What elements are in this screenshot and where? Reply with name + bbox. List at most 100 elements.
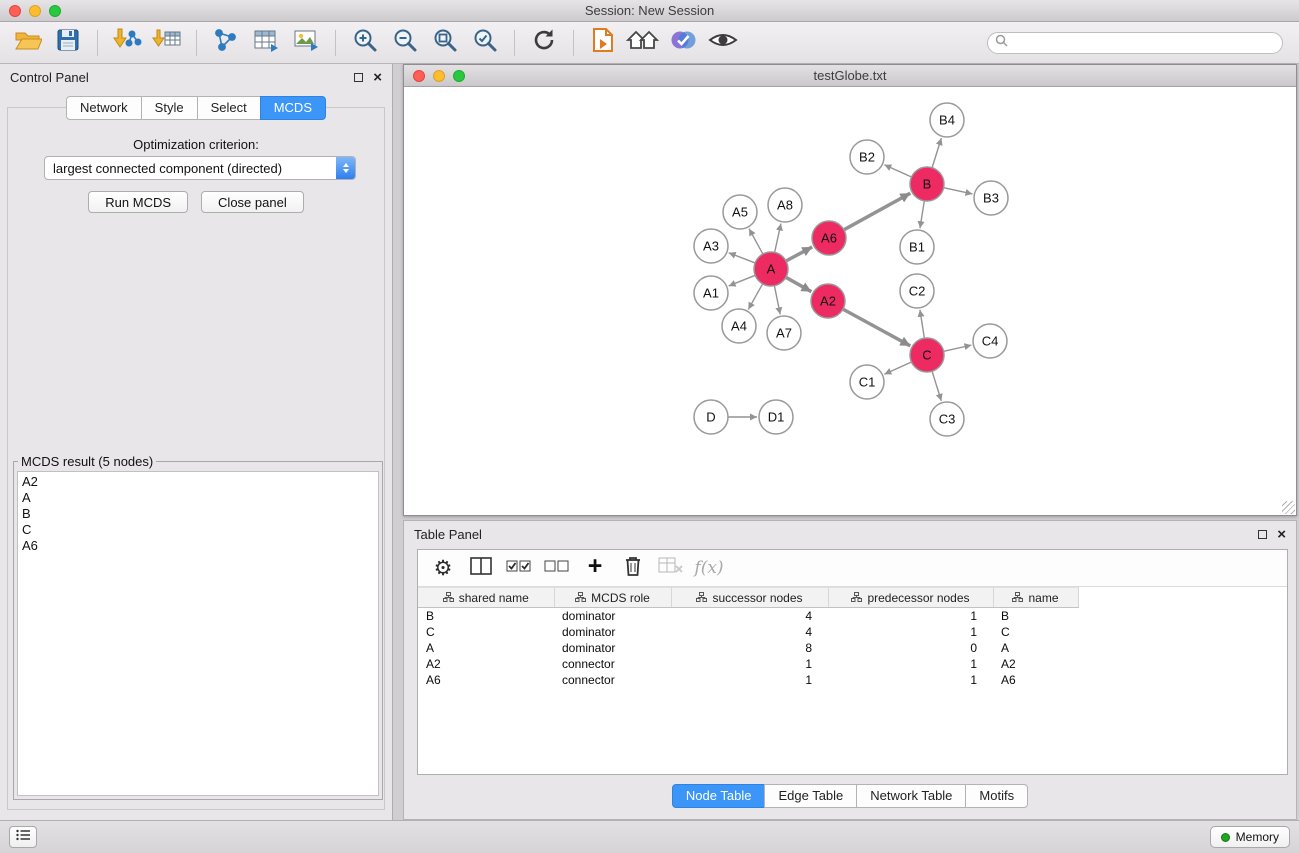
delete-table-button[interactable]: [656, 553, 686, 583]
memory-button[interactable]: Memory: [1210, 826, 1290, 848]
edge-B-B4[interactable]: [932, 138, 941, 168]
show-hide-button[interactable]: [705, 26, 741, 60]
edge-C-C4[interactable]: [944, 345, 972, 351]
export-image-button[interactable]: [288, 26, 324, 60]
import-network-button[interactable]: [109, 26, 145, 60]
table-row[interactable]: Adominator80A: [418, 640, 1078, 656]
node-B2[interactable]: B2: [850, 140, 884, 174]
show-columns-button[interactable]: [466, 553, 496, 583]
float-panel-icon[interactable]: [354, 73, 363, 82]
node-B1[interactable]: B1: [900, 230, 934, 264]
new-network-button[interactable]: [208, 26, 244, 60]
column-header-name[interactable]: name: [993, 588, 1078, 608]
node-D1[interactable]: D1: [759, 400, 793, 434]
column-header-shared-name[interactable]: shared name: [418, 588, 554, 608]
select-all-rows-button[interactable]: [504, 553, 534, 583]
network-graph[interactable]: B4B2BB3A5A8A6B1A3AC2A1A2A4A7C4CC1C3DD1: [404, 87, 1294, 515]
node-A4[interactable]: A4: [722, 309, 756, 343]
edge-A-A2[interactable]: [786, 277, 812, 291]
edge-A-A8[interactable]: [775, 224, 781, 253]
node-A5[interactable]: A5: [723, 195, 757, 229]
add-column-button[interactable]: +: [580, 553, 610, 583]
mcds-result-list[interactable]: A2ABCA6: [17, 471, 379, 796]
close-network-button[interactable]: [413, 70, 425, 82]
result-item[interactable]: C: [22, 522, 374, 538]
node-A3[interactable]: A3: [694, 229, 728, 263]
result-item[interactable]: B: [22, 506, 374, 522]
delete-column-button[interactable]: [618, 553, 648, 583]
run-document-button[interactable]: [585, 26, 621, 60]
global-search[interactable]: [987, 32, 1283, 54]
node-table-container[interactable]: shared nameMCDS rolesuccessor nodesprede…: [418, 587, 1287, 774]
tab-network-table[interactable]: Network Table: [856, 784, 966, 808]
node-A8[interactable]: A8: [768, 188, 802, 222]
tab-edge-table[interactable]: Edge Table: [764, 784, 857, 808]
close-table-panel-icon[interactable]: ×: [1277, 527, 1286, 542]
zoom-in-button[interactable]: [347, 26, 383, 60]
node-C2[interactable]: C2: [900, 274, 934, 308]
edge-A-A1[interactable]: [729, 275, 756, 286]
close-panel-button[interactable]: Close panel: [201, 191, 304, 213]
node-C4[interactable]: C4: [973, 324, 1007, 358]
tab-select[interactable]: Select: [197, 96, 261, 120]
result-item[interactable]: A6: [22, 538, 374, 554]
edge-A2-C[interactable]: [843, 309, 910, 346]
open-session-button[interactable]: [10, 26, 46, 60]
node-C[interactable]: C: [910, 338, 944, 372]
table-row[interactable]: A2connector11A2: [418, 656, 1078, 672]
edge-A-A3[interactable]: [729, 253, 755, 263]
float-table-panel-icon[interactable]: [1258, 530, 1267, 539]
node-B3[interactable]: B3: [974, 181, 1008, 215]
edge-B-B1[interactable]: [920, 201, 924, 228]
zoom-fit-button[interactable]: [427, 26, 463, 60]
edge-B-B2[interactable]: [884, 165, 911, 177]
search-input[interactable]: [1012, 36, 1275, 50]
tab-motifs[interactable]: Motifs: [965, 784, 1028, 808]
zoom-window-button[interactable]: [49, 5, 61, 17]
node-A[interactable]: A: [754, 252, 788, 286]
import-table-button[interactable]: [149, 26, 185, 60]
edge-A-A7[interactable]: [774, 286, 780, 315]
node-C3[interactable]: C3: [930, 402, 964, 436]
column-header-predecessor-nodes[interactable]: predecessor nodes: [828, 588, 993, 608]
edge-A-A5[interactable]: [749, 229, 763, 254]
node-C1[interactable]: C1: [850, 365, 884, 399]
column-header-mcds-role[interactable]: MCDS role: [554, 588, 671, 608]
network-canvas[interactable]: B4B2BB3A5A8A6B1A3AC2A1A2A4A7C4CC1C3DD1: [404, 87, 1296, 515]
edge-C-C2[interactable]: [920, 310, 924, 338]
table-settings-button[interactable]: ⚙: [428, 553, 458, 583]
table-row[interactable]: Cdominator41C: [418, 624, 1078, 640]
node-A7[interactable]: A7: [767, 316, 801, 350]
close-window-button[interactable]: [9, 5, 21, 17]
home-button[interactable]: [625, 26, 661, 60]
minimize-network-button[interactable]: [433, 70, 445, 82]
column-header-successor-nodes[interactable]: successor nodes: [671, 588, 828, 608]
zoom-out-button[interactable]: [387, 26, 423, 60]
task-history-button[interactable]: [9, 826, 37, 848]
node-D[interactable]: D: [694, 400, 728, 434]
minimize-window-button[interactable]: [29, 5, 41, 17]
zoom-network-button[interactable]: [453, 70, 465, 82]
node-A1[interactable]: A1: [694, 276, 728, 310]
validate-button[interactable]: [665, 26, 701, 60]
save-session-button[interactable]: [50, 26, 86, 60]
result-item[interactable]: A: [22, 490, 374, 506]
close-panel-icon[interactable]: ×: [373, 70, 382, 85]
table-row[interactable]: Bdominator41B: [418, 608, 1078, 624]
zoom-selected-button[interactable]: [467, 26, 503, 60]
edge-A-A6[interactable]: [786, 247, 812, 261]
resize-grip[interactable]: [1282, 501, 1295, 514]
apply-layout-button[interactable]: [526, 26, 562, 60]
edge-A6-B[interactable]: [844, 193, 910, 230]
tab-network[interactable]: Network: [66, 96, 142, 120]
tab-style[interactable]: Style: [141, 96, 198, 120]
edge-C-C1[interactable]: [884, 362, 911, 374]
tab-node-table[interactable]: Node Table: [672, 784, 766, 808]
edge-A-A4[interactable]: [748, 284, 762, 310]
optimization-criterion-dropdown[interactable]: largest connected component (directed): [44, 156, 356, 180]
tab-mcds[interactable]: MCDS: [260, 96, 326, 120]
function-builder-button[interactable]: f(x): [694, 553, 724, 583]
edge-C-C3[interactable]: [932, 371, 941, 401]
new-table-button[interactable]: [248, 26, 284, 60]
node-A2[interactable]: A2: [811, 284, 845, 318]
